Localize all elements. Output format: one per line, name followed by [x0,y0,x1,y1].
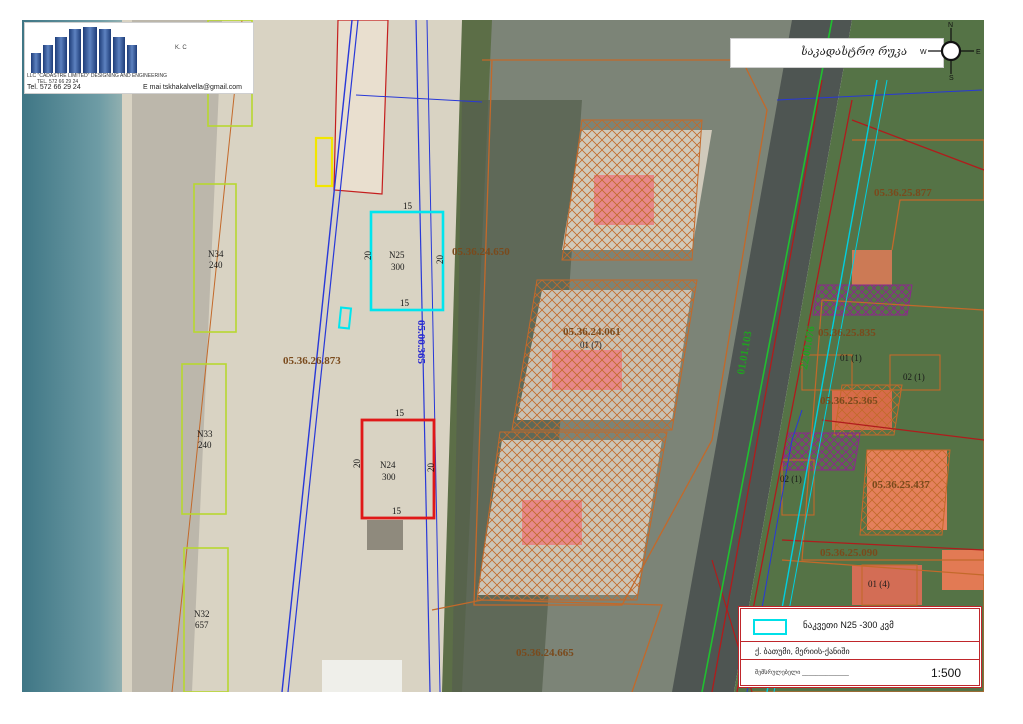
parcel-label-061: 05.36.24.061 [563,326,621,338]
map-frame: 15 15 20 20 N25 300 15 15 20 20 N24 300 … [22,20,984,692]
n24-dim-bottom: 15 [392,506,402,516]
hatched-footprint-1 [561,119,703,261]
n33-area: 240 [198,440,212,450]
parcel-label-877: 05.36.25.877 [874,187,932,199]
parcel-sub-01-4: 01 (4) [868,579,890,589]
hatched-footprint-2 [511,279,698,431]
hatched-footprint-5 [859,449,951,536]
roof-4 [852,250,892,285]
parcel-sub-01-1: 01 (1) [840,353,862,363]
n25-dim-left: 20 [363,251,373,261]
map-title: საკადასტრო რუკა [801,45,908,58]
parcel-label-665: 05.36.24.665 [516,647,574,659]
n25-dim-top: 15 [403,201,413,211]
roof-8 [942,550,984,590]
logo-telephone: Tel. 572 66 29 24 [27,84,81,91]
legend-location: ქ. ბათუმი, მერიის-ქანიში [755,647,850,656]
logo-kc: K. C [175,45,187,51]
n32-area: 657 [195,620,209,630]
n34-area: 240 [209,260,223,270]
parcel-sub-061: 01 (7) [580,340,602,350]
parcel-label-873: 05.36.26.873 [283,355,341,367]
n24-label: N24 [380,460,396,470]
compass-w: W [920,49,927,56]
parcel-sub-02-1b: 02 (1) [780,474,802,484]
n24-area: 300 [382,472,396,482]
hatched-footprint-4 [833,384,903,436]
cadastral-map: 15 15 20 20 N25 300 15 15 20 20 N24 300 … [22,20,984,692]
compass-e: E [976,49,981,56]
parcel-sub-02-1a: 02 (1) [903,372,925,382]
parcel-label-835: 05.36.25.835 [818,327,876,339]
parcel-label-650: 05.36.24.650 [452,246,510,258]
n24-dim-top: 15 [395,408,405,418]
n25-dim-bottom: 15 [400,298,410,308]
legend-divider [741,641,979,642]
n25-area: 300 [391,262,405,272]
compass-n: N [948,22,953,29]
n33-label: N33 [197,429,213,439]
legend-swatch-cyan [753,619,787,635]
parcel-label-365: 05.36.25.365 [820,395,878,407]
legend-item-text: ნაკვეთი N25 -300 კვმ [803,620,894,630]
map-title-box: საკადასტრო რუკა [730,38,944,68]
parcel-label-437: 05.36.25.437 [872,479,930,491]
company-logo-icon [31,27,146,73]
sea [22,20,132,692]
n32-label: N32 [194,609,210,619]
legend-signature: შემსრულებელი ______________ [755,670,849,676]
legend-scale: 1:500 [931,666,962,680]
logo-email: E mai tskhakalvella@gmail.com [143,84,242,91]
n34-label: N34 [208,249,224,259]
legend-divider [741,659,979,660]
n24-dim-left: 20 [352,459,362,469]
road-label-05-00-365: 05.00.365 [415,320,427,365]
n25-label: N25 [389,250,405,260]
legend-box: ნაკვეთი N25 -300 კვმ ქ. ბათუმი, მერიის-ქ… [738,606,982,688]
building-beach [322,660,402,692]
compass-rose-icon: N S W E [920,22,981,80]
compass-s: S [949,75,954,80]
kiosk [367,520,403,550]
n25-dim-right: 20 [435,255,445,265]
n24-dim-right: 20 [426,463,436,473]
parcel-label-090: 05.36.25.090 [820,547,878,559]
company-logo-box: K. C LLC "CADASTRE LIMITED" DESIGNING AN… [24,22,254,94]
